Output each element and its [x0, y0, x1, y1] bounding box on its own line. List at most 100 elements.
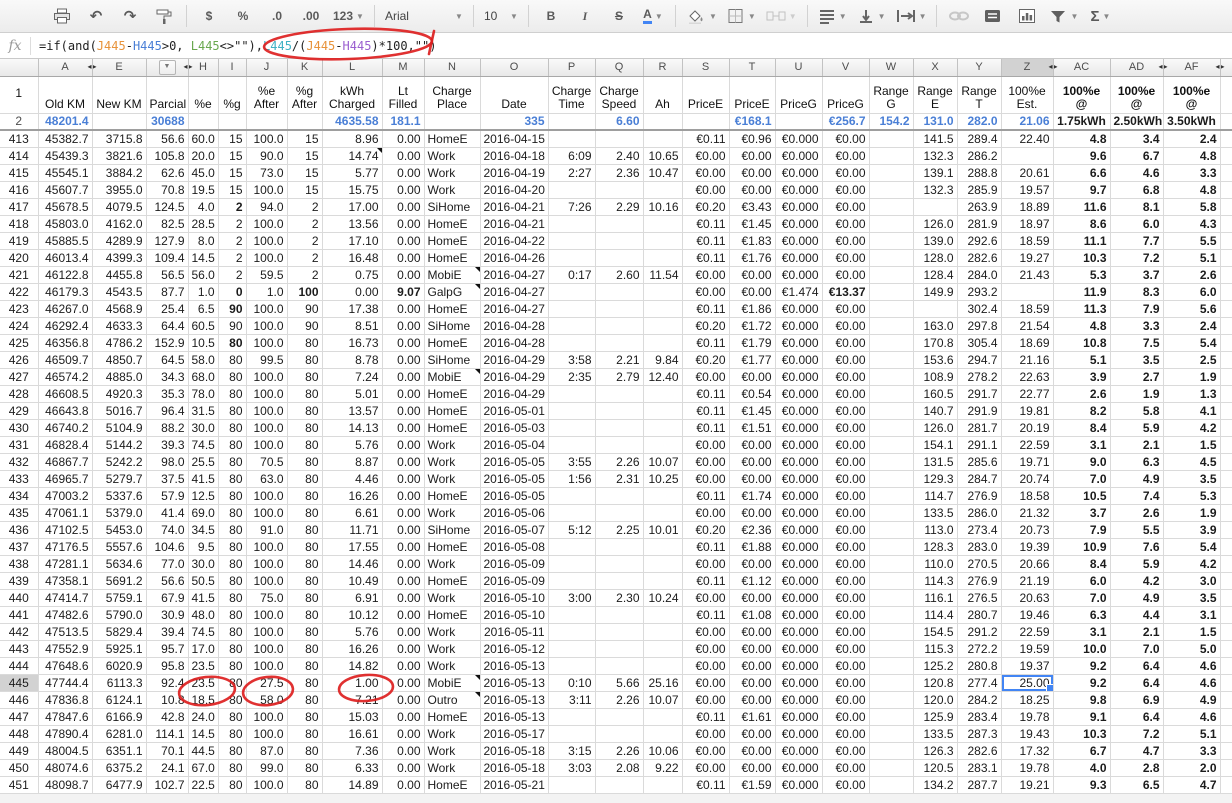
cell[interactable]: 139.0: [913, 232, 957, 249]
cell[interactable]: [869, 606, 913, 623]
cell[interactable]: 10.16: [643, 198, 682, 215]
cell[interactable]: 1.9: [1163, 368, 1220, 385]
cell[interactable]: MobiE: [424, 266, 480, 283]
cell[interactable]: 98.0: [146, 453, 188, 470]
cell[interactable]: 100.0: [246, 572, 287, 589]
cell[interactable]: 73.0: [246, 164, 287, 181]
row-header-418[interactable]: 418: [0, 215, 38, 232]
cell[interactable]: 16.48: [322, 249, 382, 266]
cell[interactable]: 24.1: [146, 759, 188, 776]
cell[interactable]: 80: [287, 419, 322, 436]
cell[interactable]: [869, 385, 913, 402]
cell[interactable]: 100.0: [246, 623, 287, 640]
cell[interactable]: 15: [218, 181, 246, 198]
cell[interactable]: HomeE: [424, 130, 480, 148]
cell[interactable]: 3.7: [1110, 266, 1163, 283]
cell[interactable]: 0.00: [382, 232, 424, 249]
cell[interactable]: [869, 555, 913, 572]
cell[interactable]: Work: [424, 453, 480, 470]
cell[interactable]: 6.3: [1053, 606, 1110, 623]
cell[interactable]: 5.9: [1110, 419, 1163, 436]
cell[interactable]: [595, 572, 643, 589]
field-header-T[interactable]: PriceE: [729, 76, 775, 113]
cell[interactable]: 41.5: [188, 470, 218, 487]
cell[interactable]: [1220, 436, 1232, 453]
cell[interactable]: 181.1: [382, 113, 424, 130]
row-header-424[interactable]: 424: [0, 317, 38, 334]
cell[interactable]: 114.4: [913, 606, 957, 623]
filter-button[interactable]: ▼: [1045, 4, 1082, 28]
cell[interactable]: 5557.6: [92, 538, 146, 555]
cell[interactable]: [548, 436, 595, 453]
cell[interactable]: 47744.4: [38, 674, 92, 691]
cell[interactable]: 6020.9: [92, 657, 146, 674]
cell[interactable]: €0.00: [822, 419, 869, 436]
cell[interactable]: 2016-04-21: [480, 198, 548, 215]
cell[interactable]: 6.0: [1110, 215, 1163, 232]
cell[interactable]: €1.12: [729, 572, 775, 589]
cell[interactable]: 80: [287, 504, 322, 521]
cell[interactable]: 0.00: [382, 708, 424, 725]
cell[interactable]: [548, 232, 595, 249]
cell[interactable]: 283.4: [957, 708, 1001, 725]
cell[interactable]: 7.4: [1110, 487, 1163, 504]
cell[interactable]: 4.7: [1110, 742, 1163, 759]
cell[interactable]: 19.78: [1001, 708, 1053, 725]
cell[interactable]: 152.9: [146, 334, 188, 351]
cell[interactable]: [548, 606, 595, 623]
cell[interactable]: 90: [218, 317, 246, 334]
cell[interactable]: 7.9: [1053, 521, 1110, 538]
cell[interactable]: [1220, 606, 1232, 623]
cell[interactable]: 288.8: [957, 164, 1001, 181]
cell[interactable]: 0.00: [382, 300, 424, 317]
row-header-432[interactable]: 432: [0, 453, 38, 470]
cell[interactable]: [1220, 181, 1232, 198]
cell[interactable]: 120.5: [913, 759, 957, 776]
cell[interactable]: 56.6: [146, 130, 188, 148]
cell[interactable]: €0.00: [682, 640, 729, 657]
cell[interactable]: €0.000: [775, 164, 822, 181]
cell[interactable]: [595, 623, 643, 640]
cell[interactable]: 4543.5: [92, 283, 146, 300]
cell[interactable]: €0.00: [822, 266, 869, 283]
undo-button[interactable]: ↶: [80, 4, 112, 28]
field-header-U[interactable]: PriceG: [775, 76, 822, 113]
cell[interactable]: 3.5: [1163, 589, 1220, 606]
cell[interactable]: 80: [287, 657, 322, 674]
cell[interactable]: 35.3: [146, 385, 188, 402]
cell[interactable]: 22.59: [1001, 623, 1053, 640]
cell[interactable]: Work: [424, 504, 480, 521]
cell[interactable]: 60.5: [188, 317, 218, 334]
field-header-I[interactable]: %g: [218, 76, 246, 113]
cell[interactable]: [1220, 351, 1232, 368]
cell[interactable]: 15: [218, 130, 246, 148]
cell[interactable]: 4850.7: [92, 351, 146, 368]
cell[interactable]: 45545.1: [38, 164, 92, 181]
column-header-Z[interactable]: Z◂: [1001, 59, 1053, 76]
cell[interactable]: 100: [287, 283, 322, 300]
column-header-P[interactable]: P: [548, 59, 595, 76]
cell[interactable]: 120.8: [913, 674, 957, 691]
cell[interactable]: 6.3: [1110, 453, 1163, 470]
cell[interactable]: 25.16: [643, 674, 682, 691]
cell[interactable]: [548, 215, 595, 232]
cell[interactable]: [1220, 708, 1232, 725]
cell[interactable]: 94.0: [246, 198, 287, 215]
cell[interactable]: 31.5: [188, 402, 218, 419]
functions-button[interactable]: Σ▼: [1084, 4, 1116, 28]
cell[interactable]: 19.81: [1001, 402, 1053, 419]
column-header-E[interactable]: ▸E: [92, 59, 146, 76]
cell[interactable]: 80: [287, 742, 322, 759]
cell[interactable]: 13.56: [322, 215, 382, 232]
cell[interactable]: HomeE: [424, 776, 480, 793]
cell[interactable]: €0.000: [775, 266, 822, 283]
cell[interactable]: €0.11: [682, 487, 729, 504]
cell[interactable]: 1.0: [188, 283, 218, 300]
cell[interactable]: 17.32: [1001, 742, 1053, 759]
cell[interactable]: €0.00: [729, 181, 775, 198]
cell[interactable]: 45803.0: [38, 215, 92, 232]
cell[interactable]: 3.3: [1163, 164, 1220, 181]
field-header-AD[interactable]: 100%e @: [1110, 76, 1163, 113]
cell[interactable]: €0.00: [729, 657, 775, 674]
field-header-K[interactable]: %g After: [287, 76, 322, 113]
